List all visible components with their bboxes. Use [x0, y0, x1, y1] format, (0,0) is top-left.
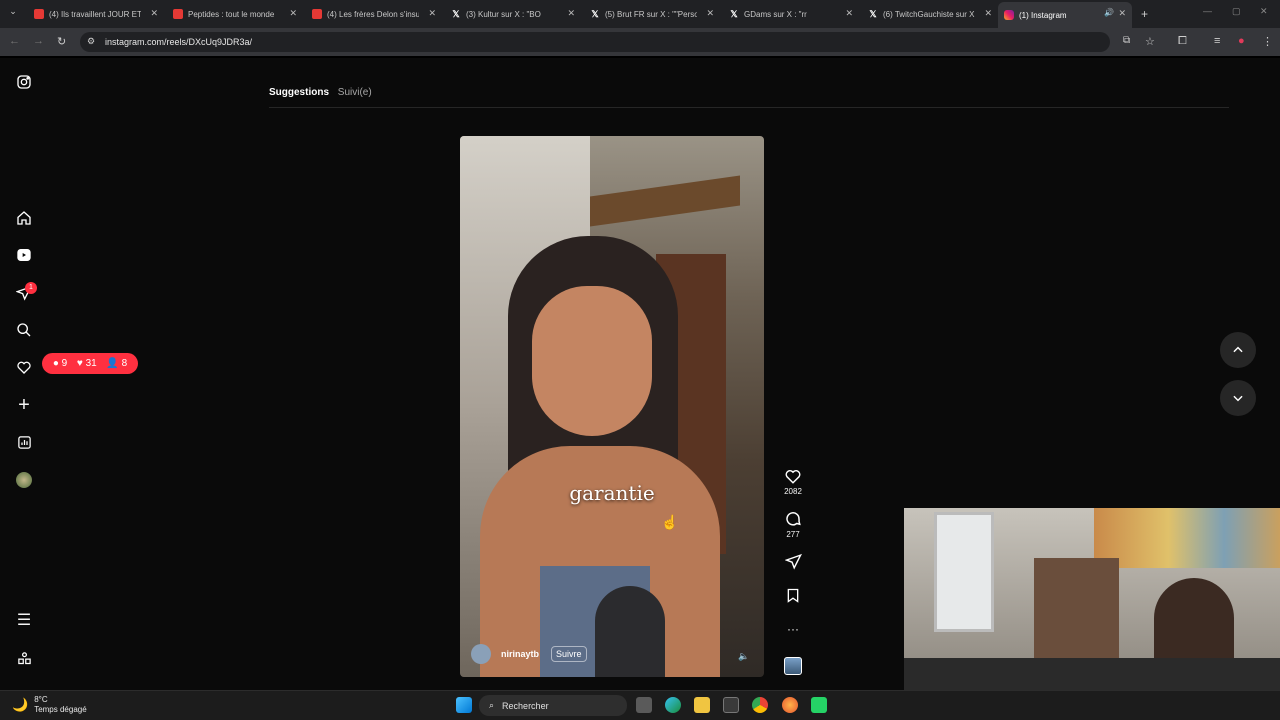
- tabs-divider: [269, 107, 1229, 108]
- audio-playing-icon[interactable]: 🔊: [1104, 8, 1114, 17]
- dashboard-icon[interactable]: [14, 432, 34, 452]
- heart-icon: [785, 470, 801, 484]
- x-logo-icon: 𝕏: [730, 8, 738, 19]
- reload-icon[interactable]: ↻: [57, 35, 66, 48]
- follower-count: 👤 8: [106, 358, 128, 369]
- start-button[interactable]: [456, 697, 472, 713]
- menu-icon[interactable]: ☰: [14, 610, 34, 630]
- browser-tab[interactable]: 𝕏 GDams sur X : "rr ✕: [729, 4, 853, 24]
- close-tab-icon[interactable]: ✕: [1118, 8, 1126, 19]
- comment-icon: [786, 512, 801, 526]
- close-window-button[interactable]: ✕: [1260, 6, 1268, 17]
- edge-icon[interactable]: [665, 697, 681, 713]
- previous-reel-button[interactable]: [1220, 332, 1256, 368]
- moon-icon: 🌙: [12, 697, 29, 712]
- x-logo-icon: 𝕏: [591, 8, 599, 19]
- next-reel-button[interactable]: [1220, 380, 1256, 416]
- author-avatar[interactable]: [471, 644, 491, 664]
- save-button[interactable]: [779, 587, 807, 606]
- close-tab-icon[interactable]: ✕: [706, 8, 714, 19]
- install-app-icon[interactable]: ⧉: [1123, 35, 1130, 46]
- home-icon[interactable]: [14, 208, 34, 228]
- reel-video[interactable]: [460, 136, 764, 677]
- bookmark-icon: [787, 588, 799, 603]
- mouse-cursor: ☝: [661, 514, 679, 530]
- youtube-icon: [34, 9, 44, 19]
- media-controls-icon[interactable]: ≡: [1214, 35, 1220, 47]
- more-options-icon[interactable]: ···: [779, 622, 807, 636]
- new-tab-button[interactable]: +: [1141, 7, 1148, 21]
- author-username[interactable]: nirinaytb: [501, 649, 539, 659]
- close-tab-icon[interactable]: ✕: [150, 8, 158, 19]
- tab-suggestions[interactable]: Suggestions: [269, 87, 329, 98]
- share-button[interactable]: [779, 553, 807, 572]
- browser-tab[interactable]: 𝕏 (5) Brut FR sur X : ""Perso ✕: [590, 4, 714, 24]
- like-count: ♥ 31: [76, 358, 97, 369]
- url-text: instagram.com/reels/DXcUq9JDR3a/: [105, 37, 253, 47]
- site-info-icon[interactable]: ⚙: [87, 36, 95, 47]
- notification-popup[interactable]: ● 9 ♥ 31 👤 8: [42, 353, 138, 374]
- extensions-icon[interactable]: ⧠: [1178, 35, 1187, 48]
- like-button[interactable]: 2082: [779, 467, 807, 496]
- search-icon[interactable]: [14, 320, 34, 340]
- comment-button[interactable]: 277: [779, 510, 807, 539]
- instagram-logo-icon[interactable]: [14, 72, 34, 92]
- likes-count: 2082: [784, 487, 802, 496]
- webcam-overlay: [904, 508, 1280, 690]
- minimize-button[interactable]: —: [1203, 6, 1212, 16]
- youtube-icon: [312, 9, 322, 19]
- task-view-icon[interactable]: [636, 697, 652, 713]
- firefox-icon[interactable]: [782, 697, 798, 713]
- maximize-button[interactable]: ▢: [1232, 6, 1241, 17]
- forward-icon[interactable]: →: [33, 35, 44, 47]
- profile-icon[interactable]: ●: [1238, 35, 1245, 47]
- app-icon[interactable]: [811, 697, 827, 713]
- tab-following[interactable]: Suivi(e): [338, 87, 372, 98]
- follow-button[interactable]: Suivre: [551, 646, 587, 662]
- browser-tab[interactable]: 𝕏 (6) TwitchGauchiste sur X ✕: [868, 4, 992, 24]
- reel-author: nirinaytb Suivre: [471, 644, 587, 664]
- close-tab-icon[interactable]: ✕: [289, 8, 297, 19]
- close-tab-icon[interactable]: ✕: [567, 8, 575, 19]
- comment-count: ● 9: [52, 358, 68, 369]
- browser-tab[interactable]: (4) Les frères Delon s'insu ✕: [312, 4, 436, 24]
- bookmark-star-icon[interactable]: ☆: [1145, 35, 1155, 48]
- reels-tabs: Suggestions Suivi(e): [269, 87, 378, 98]
- file-explorer-icon[interactable]: [694, 697, 710, 713]
- close-tab-icon[interactable]: ✕: [984, 8, 992, 19]
- volume-icon[interactable]: 🔈: [738, 651, 749, 662]
- x-logo-icon: 𝕏: [869, 8, 877, 19]
- messages-badge: 1: [25, 282, 37, 294]
- chevron-up-icon: [1233, 346, 1243, 353]
- youtube-icon: [173, 9, 183, 19]
- store-icon[interactable]: [723, 697, 739, 713]
- browser-tab[interactable]: 𝕏 (3) Kultur sur X : "BO ✕: [451, 4, 575, 24]
- share-icon: [784, 553, 802, 570]
- audio-thumbnail[interactable]: [779, 657, 807, 675]
- more-icon[interactable]: [14, 648, 34, 668]
- close-tab-icon[interactable]: ✕: [428, 8, 436, 19]
- back-icon[interactable]: ←: [9, 35, 20, 47]
- browser-tab[interactable]: Peptides : tout le monde ✕: [173, 4, 297, 24]
- chevron-down-icon: [1233, 395, 1243, 402]
- comments-count: 277: [786, 530, 800, 539]
- close-tab-icon[interactable]: ✕: [845, 8, 853, 19]
- notifications-icon[interactable]: [14, 357, 34, 377]
- chrome-menu-icon[interactable]: ⋮: [1262, 35, 1273, 48]
- create-icon[interactable]: +: [14, 394, 34, 416]
- x-logo-icon: 𝕏: [452, 8, 460, 19]
- chrome-icon[interactable]: [752, 697, 768, 713]
- weather-widget[interactable]: 🌙 8°C Temps dégagé: [12, 695, 87, 715]
- profile-avatar[interactable]: [14, 470, 34, 490]
- taskbar-search[interactable]: ⌕ Rechercher: [479, 695, 627, 716]
- instagram-icon: [1004, 10, 1014, 20]
- tab-search-button[interactable]: ⌄: [6, 6, 20, 20]
- search-icon: ⌕: [489, 700, 495, 710]
- browser-tab[interactable]: (4) Ils travaillent JOUR ET ✕: [34, 4, 158, 24]
- browser-tab-active[interactable]: (1) Instagram 🔊 ✕: [998, 2, 1132, 28]
- video-caption: garantie: [569, 481, 655, 505]
- reels-icon[interactable]: [14, 245, 34, 265]
